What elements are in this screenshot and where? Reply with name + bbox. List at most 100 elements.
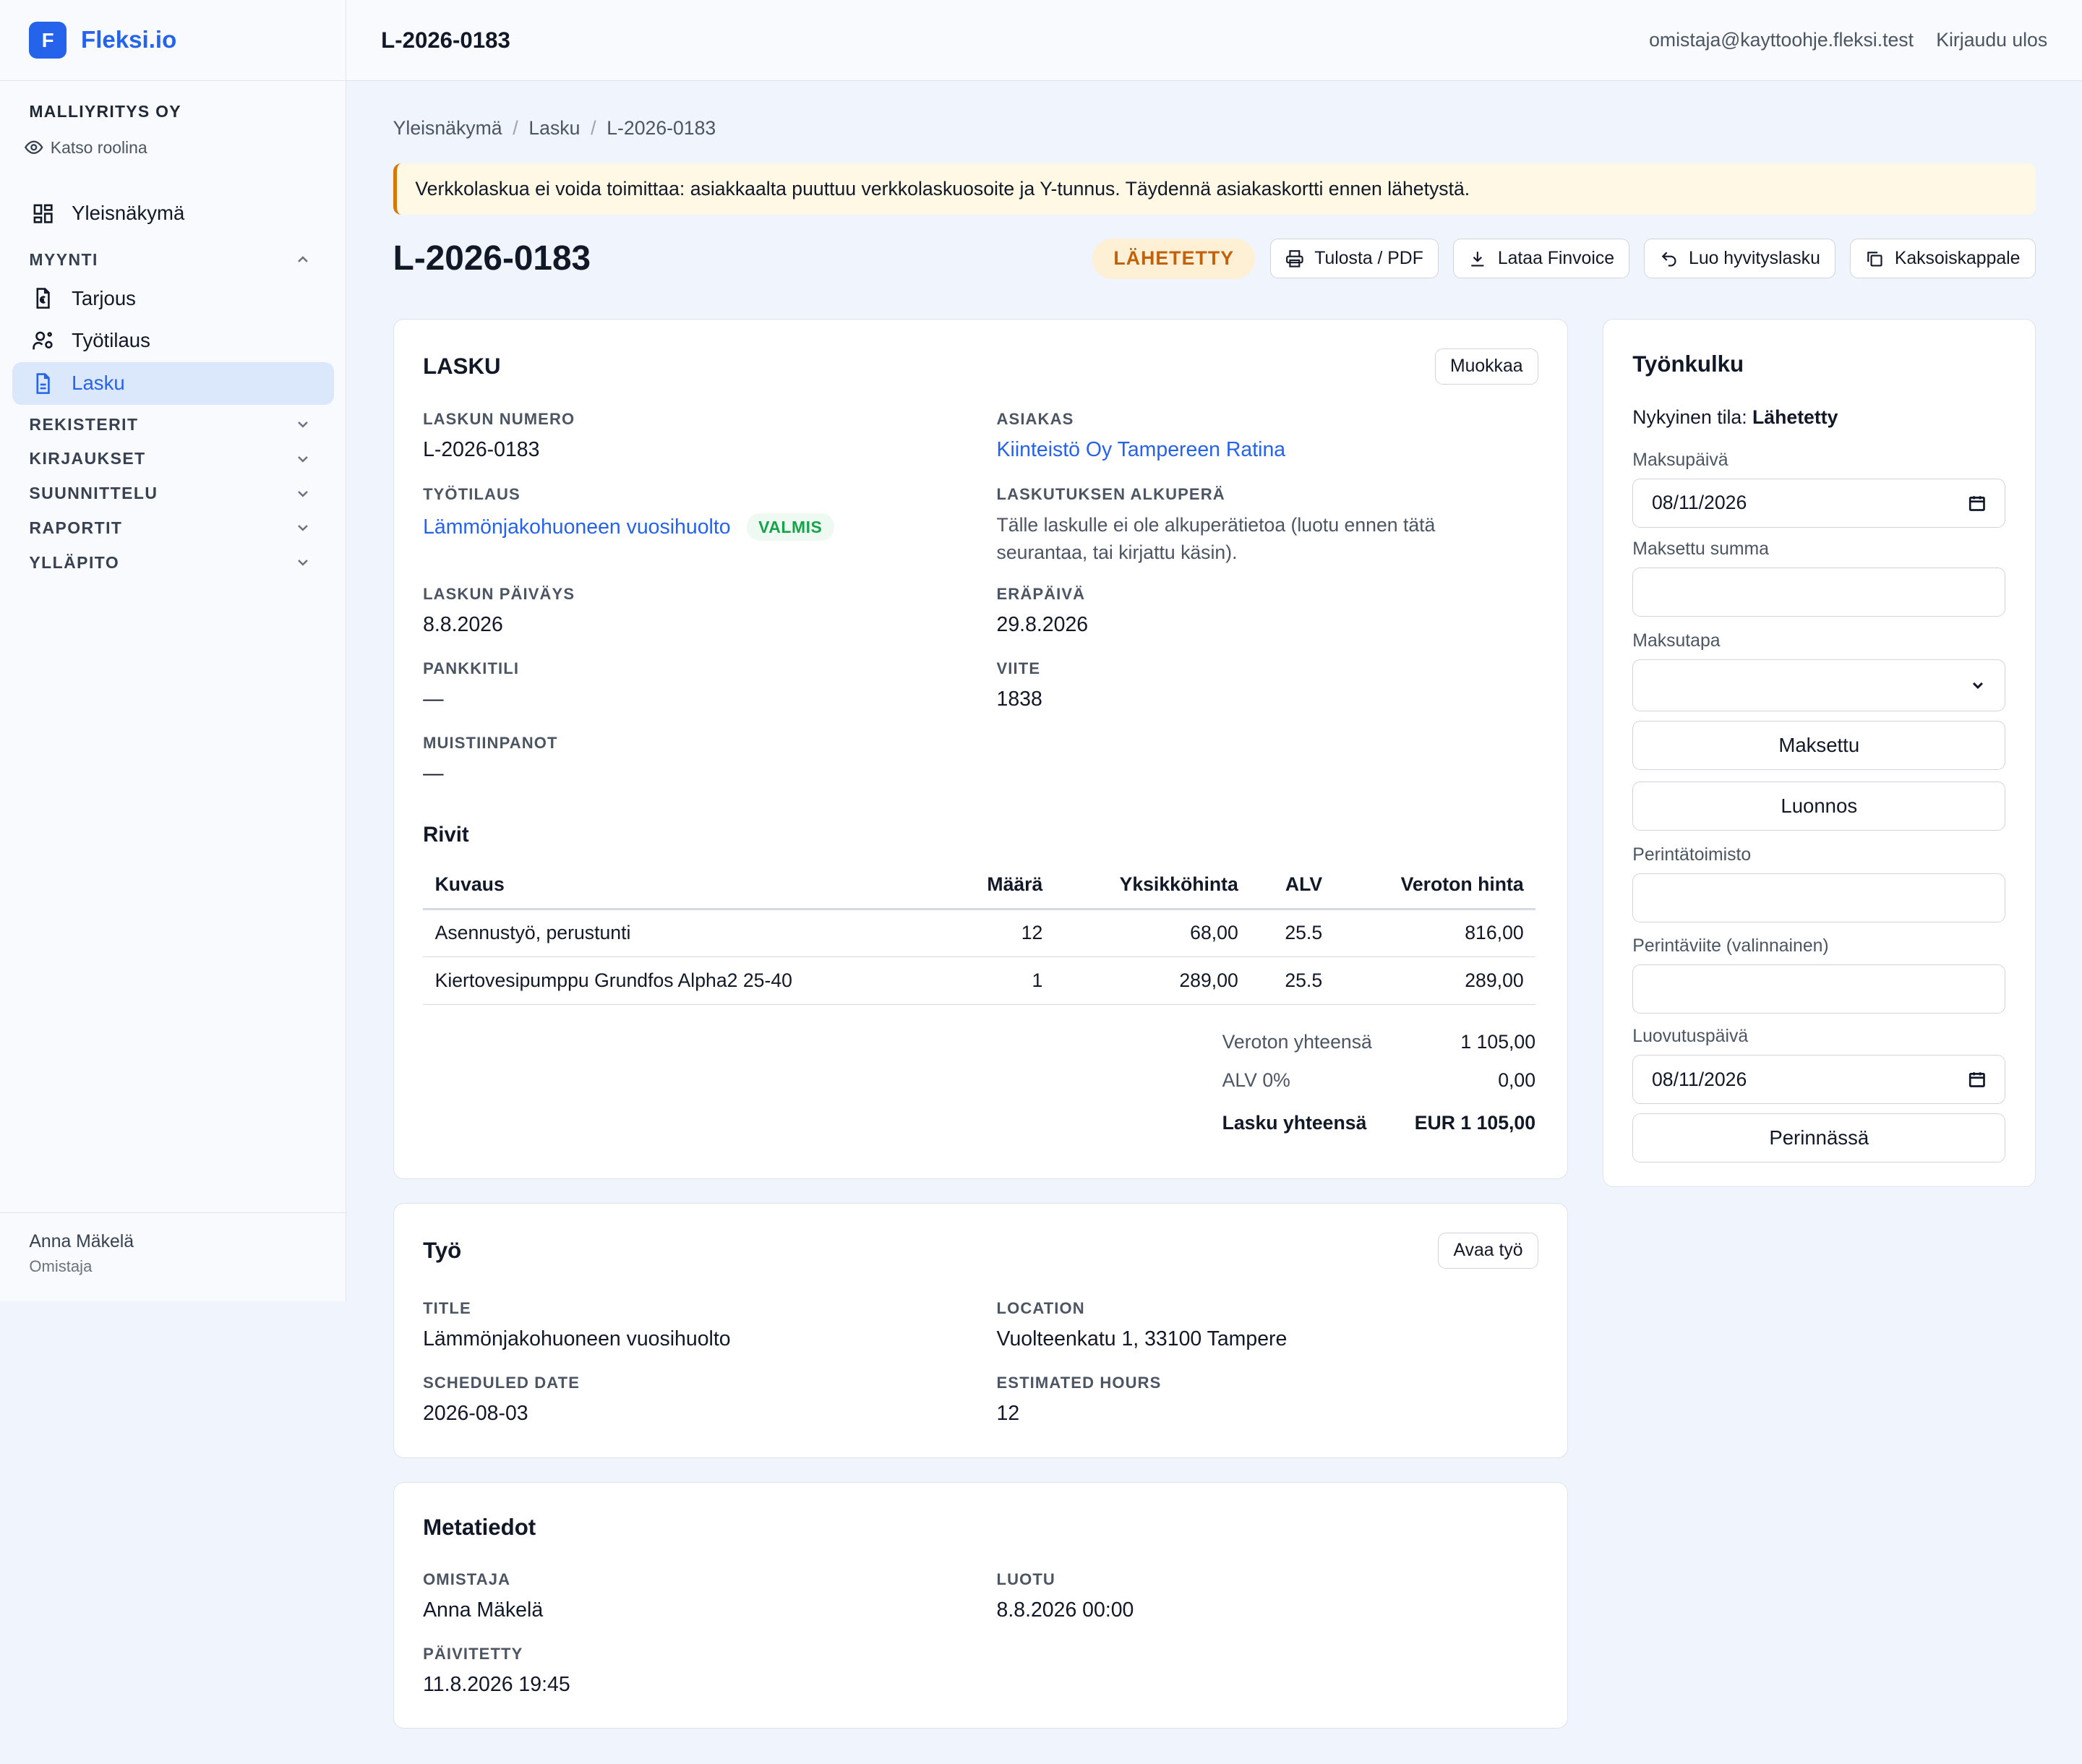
subtotal-value: 1 105,00 [1460, 1031, 1536, 1053]
sidebar-item-label: Lasku [72, 372, 125, 395]
invoice-card-title: LASKU [423, 353, 501, 379]
print-pdf-button[interactable]: Tulosta / PDF [1269, 239, 1439, 279]
bank-account-field: PANKKITILI — [423, 659, 519, 711]
sidebar-section-label: KIRJAUKSET [29, 449, 146, 468]
sidebar-section-entries[interactable]: KIRJAUKSET [0, 442, 346, 476]
field-label: LUOTU [996, 1570, 1055, 1588]
customer-link[interactable]: Kiinteistö Oy Tampereen Ratina [997, 438, 1286, 462]
sidebar-item-work-order[interactable]: Työtilaus [12, 320, 334, 362]
paid-amount-input[interactable] [1632, 568, 2006, 617]
sidebar-section-label: MYYNTI [29, 249, 98, 269]
sidebar-section-reports[interactable]: RAPORTIT [0, 510, 346, 545]
page-title: L-2026-0183 [393, 239, 591, 278]
handover-date-label: Luovutuspäivä [1632, 1027, 1749, 1047]
sidebar-section-maintenance[interactable]: YLLÄPITO [0, 545, 346, 580]
row-quantity: 12 [946, 909, 1055, 957]
sidebar-section-label: YLLÄPITO [29, 552, 120, 572]
customer-field: ASIAKAS Kiinteistö Oy Tampereen Ratina [997, 410, 1286, 462]
collection-ref-input[interactable] [1632, 964, 2006, 1014]
dashboard-icon [33, 204, 53, 223]
open-work-button[interactable]: Avaa työ [1438, 1233, 1538, 1270]
field-label: TYÖTILAUS [423, 485, 520, 504]
metadata-card: Metatiedot OMISTAJA Anna Mäkelä LUOTU 8.… [393, 1481, 1569, 1729]
invoice-date: 8.8.2026 [423, 612, 503, 636]
page-actions: LÄHETETTY Tulosta / PDF Lataa Finvoice L… [1092, 238, 2036, 280]
billing-origin-line-1: Tälle laskulle ei ole alkuperätietoa (lu… [996, 513, 1436, 536]
work-order-field: TYÖTILAUS Lämmönjakohuoneen vuosihuolto … [423, 485, 834, 541]
rows-title: Rivit [423, 822, 469, 847]
calendar-icon[interactable] [1968, 494, 1987, 513]
owner-field: OMISTAJA Anna Mäkelä [423, 1570, 543, 1622]
button-label: Tulosta / PDF [1314, 248, 1423, 268]
copy-icon [1867, 252, 1883, 267]
user-email[interactable]: omistaja@kayttoohje.fleksi.test [1649, 29, 1914, 51]
collection-agency-label: Perintätoimisto [1632, 845, 1752, 865]
collection-agency-input[interactable] [1632, 873, 2006, 923]
calendar-icon[interactable] [1968, 1070, 1987, 1089]
view-as-role-label: Katso roolina [50, 137, 147, 157]
eye-icon [25, 141, 43, 155]
mark-paid-button[interactable]: Maksettu [1632, 720, 2006, 770]
payment-method-select[interactable] [1632, 659, 2006, 711]
row-vat: 25.5 [1250, 956, 1335, 1005]
breadcrumb-separator: / [591, 116, 596, 139]
breadcrumb-invoices[interactable]: Lasku [528, 117, 580, 140]
sidebar-section-registers[interactable]: REKISTERIT [0, 407, 346, 442]
field-label: PÄIVITETTY [423, 1644, 523, 1663]
mark-draft-button[interactable]: Luonnos [1632, 782, 2006, 831]
row-vat: 25.5 [1250, 909, 1335, 957]
sidebar-section-planning[interactable]: SUUNNITTELU [0, 476, 346, 511]
duplicate-button[interactable]: Kaksoiskappale [1850, 239, 2036, 279]
invoice-date-field: LASKUN PÄIVÄYS 8.8.2026 [423, 585, 575, 637]
download-finvoice-button[interactable]: Lataa Finvoice [1453, 239, 1630, 279]
sidebar-section-label: REKISTERIT [29, 414, 139, 434]
column-header: Kuvaus [423, 861, 946, 910]
reference-field: VIITE 1838 [997, 659, 1042, 711]
field-label: ASIAKAS [996, 409, 1074, 428]
column-header: Määrä [946, 861, 1055, 910]
workflow-title: Työnkulku [1632, 351, 1744, 377]
topbar: L-2026-0183 omistaja@kayttoohje.fleksi.t… [346, 0, 2082, 82]
work-location-field: LOCATION Vuolteenkatu 1, 33100 Tampere [997, 1299, 1288, 1351]
breadcrumb: Yleisnäkymä / Lasku / L-2026-0183 [393, 117, 2036, 140]
billing-origin-line-2: seurantaa, tai kirjattu käsin). [996, 541, 1238, 564]
button-label: Lataa Finvoice [1497, 248, 1615, 268]
created-field: LUOTU 8.8.2026 00:00 [997, 1570, 1134, 1622]
brand-name[interactable]: Fleksi.io [81, 27, 176, 54]
chevron-down-icon [1972, 682, 1983, 690]
sidebar-item-quote[interactable]: Tarjous [12, 277, 334, 320]
sidebar-section-sales[interactable]: MYYNTI [0, 243, 346, 278]
table-row: Asennustyö, perustunti 12 68,00 25.5 816… [423, 909, 1536, 957]
mark-in-collection-button[interactable]: Perinnässä [1632, 1113, 2006, 1163]
breadcrumb-overview[interactable]: Yleisnäkymä [393, 117, 502, 140]
payment-date-input[interactable]: 08/11/2026 [1632, 478, 2006, 528]
logout-link[interactable]: Kirjaudu ulos [1936, 29, 2047, 51]
create-credit-note-button[interactable]: Luo hyvityslasku [1644, 239, 1836, 279]
invoice-rows-table: Kuvaus Määrä Yksikköhinta ALV Veroton hi… [423, 861, 1536, 1005]
handover-date-input[interactable]: 08/11/2026 [1632, 1055, 2006, 1105]
billing-origin-field: LASKUTUKSEN ALKUPERÄ Tälle laskulle ei o… [997, 485, 1528, 566]
field-label: VIITE [996, 659, 1041, 677]
edit-button[interactable]: Muokkaa [1434, 348, 1538, 385]
field-label: ESTIMATED HOURS [996, 1374, 1162, 1392]
field-label: LASKUN PÄIVÄYS [423, 585, 575, 604]
sidebar-user[interactable]: Anna Mäkelä Omistaja [0, 1212, 346, 1301]
view-as-role-link[interactable]: Katso roolina [24, 137, 317, 158]
row-unit-price: 289,00 [1054, 956, 1251, 1005]
sidebar-nav: Yleisnäkymä MYYNTI Tarjous Työtilaus Las… [0, 192, 346, 580]
table-header-row: Kuvaus Määrä Yksikköhinta ALV Veroton hi… [423, 861, 1536, 910]
current-state-value: Lähetetty [1752, 406, 1838, 429]
brand-logo[interactable]: F [29, 21, 67, 59]
reference-number: 1838 [996, 687, 1042, 711]
work-order-link[interactable]: Lämmönjakohuoneen vuosihuolto [423, 515, 731, 539]
scheduled-date: 2026-08-03 [423, 1401, 528, 1425]
brand: F Fleksi.io [0, 0, 346, 82]
sidebar-item-label: Yleisnäkymä [72, 202, 185, 225]
invoice-number: L-2026-0183 [423, 437, 540, 461]
sidebar-item-invoice[interactable]: Lasku [12, 361, 334, 405]
chevron-down-icon [297, 455, 308, 463]
sidebar-item-label: Työtilaus [72, 329, 150, 352]
due-date-field: ERÄPÄIVÄ 29.8.2026 [997, 585, 1089, 637]
column-header: Yksikköhinta [1054, 861, 1251, 910]
sidebar-item-overview[interactable]: Yleisnäkymä [12, 192, 334, 235]
